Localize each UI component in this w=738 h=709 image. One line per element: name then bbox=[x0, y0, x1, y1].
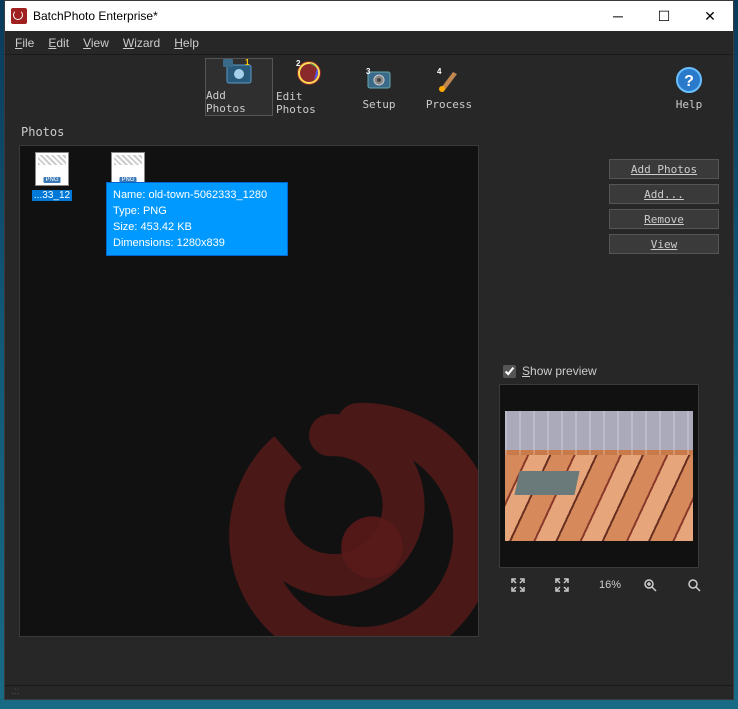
thumbnail-label: ...33_12 bbox=[32, 190, 72, 201]
show-preview-checkbox-row[interactable]: Show preview bbox=[499, 364, 719, 384]
zoom-out-icon[interactable] bbox=[687, 578, 707, 592]
preview-box bbox=[499, 384, 699, 568]
toolbar: 1 Add Photos 2 Edit Photos 3 Setup 4 Pro… bbox=[5, 55, 733, 119]
preview-controls: 16% bbox=[499, 578, 719, 592]
titlebar[interactable]: BatchPhoto Enterprise* ─ ☐ ✕ bbox=[5, 1, 733, 31]
swirl-decoration bbox=[218, 396, 479, 637]
svg-text:2: 2 bbox=[296, 59, 301, 68]
add-photos-icon: 1 bbox=[223, 59, 255, 87]
menu-file[interactable]: File bbox=[15, 36, 34, 50]
toolbar-setup[interactable]: 3 Setup bbox=[345, 58, 413, 116]
view-button[interactable]: View bbox=[609, 234, 719, 254]
fullscreen-icon[interactable] bbox=[555, 578, 575, 592]
toolbar-process[interactable]: 4 Process bbox=[415, 58, 483, 116]
app-window: BatchPhoto Enterprise* ─ ☐ ✕ File Edit V… bbox=[4, 0, 734, 700]
tooltip-dimensions: Dimensions: 1280x839 bbox=[113, 235, 281, 251]
photo-grid[interactable]: ...33_12 Name: old-town-5062333_1280 Typ… bbox=[19, 145, 479, 637]
svg-text:1: 1 bbox=[245, 59, 250, 67]
menu-wizard[interactable]: Wizard bbox=[123, 36, 160, 50]
help-icon: ? bbox=[673, 64, 705, 96]
toolbar-edit-photos[interactable]: 2 Edit Photos bbox=[275, 58, 343, 116]
menu-edit[interactable]: Edit bbox=[48, 36, 69, 50]
tooltip-name: Name: old-town-5062333_1280 bbox=[113, 187, 281, 203]
file-info-tooltip: Name: old-town-5062333_1280 Type: PNG Si… bbox=[106, 182, 288, 256]
menubar: File Edit View Wizard Help bbox=[5, 31, 733, 55]
process-icon: 4 bbox=[433, 64, 465, 96]
preview-panel: Show preview bbox=[499, 364, 719, 592]
zoom-level: 16% bbox=[599, 579, 619, 591]
minimize-button[interactable]: ─ bbox=[595, 1, 641, 31]
svg-text:3: 3 bbox=[366, 67, 371, 76]
toolbar-help[interactable]: ? Help bbox=[665, 58, 713, 116]
png-file-icon bbox=[35, 152, 69, 186]
zoom-in-icon[interactable] bbox=[643, 578, 663, 592]
right-column: Add Photos Add... Remove View Show previ… bbox=[499, 145, 719, 671]
status-bar: .:: bbox=[5, 685, 733, 699]
close-button[interactable]: ✕ bbox=[687, 1, 733, 31]
edit-photos-icon: 2 bbox=[293, 58, 325, 88]
fit-icon[interactable] bbox=[511, 578, 531, 592]
show-preview-label: Show preview bbox=[522, 364, 597, 378]
svg-text:?: ? bbox=[684, 73, 694, 90]
remove-button[interactable]: Remove bbox=[609, 209, 719, 229]
thumbnail-item[interactable]: ...33_12 bbox=[28, 152, 76, 201]
tooltip-size: Size: 453.42 KB bbox=[113, 219, 281, 235]
tooltip-type: Type: PNG bbox=[113, 203, 281, 219]
setup-icon: 3 bbox=[363, 64, 395, 96]
show-preview-checkbox[interactable] bbox=[503, 365, 516, 378]
toolbar-add-photos[interactable]: 1 Add Photos bbox=[205, 58, 273, 116]
content-area: Photos ...33_12 Name: old-t bbox=[5, 119, 733, 685]
window-title: BatchPhoto Enterprise* bbox=[33, 9, 595, 23]
maximize-button[interactable]: ☐ bbox=[641, 1, 687, 31]
preview-image[interactable] bbox=[505, 411, 693, 541]
svg-text:4: 4 bbox=[437, 67, 442, 76]
add-button[interactable]: Add... bbox=[609, 184, 719, 204]
photos-label: Photos bbox=[21, 125, 719, 139]
menu-help[interactable]: Help bbox=[174, 36, 199, 50]
app-icon bbox=[11, 8, 27, 24]
add-photos-button[interactable]: Add Photos bbox=[609, 159, 719, 179]
png-file-icon bbox=[111, 152, 145, 186]
menu-view[interactable]: View bbox=[83, 36, 109, 50]
